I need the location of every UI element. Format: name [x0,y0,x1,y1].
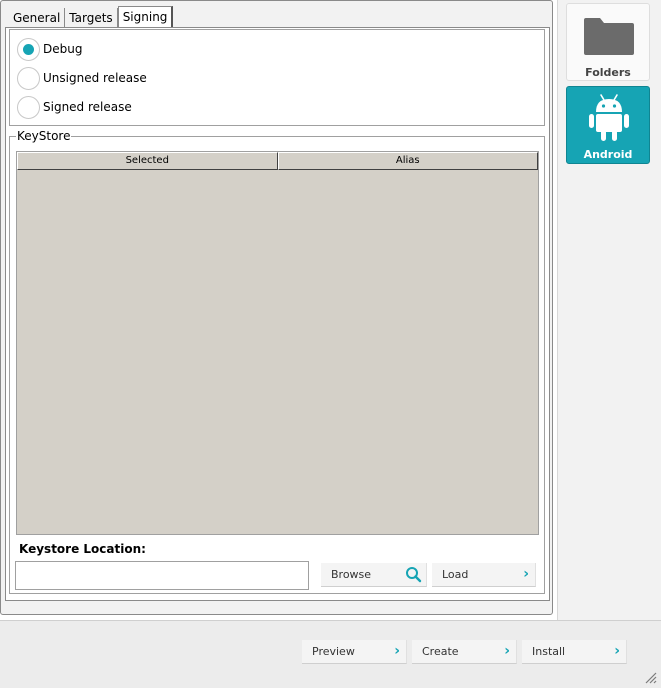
footer-bar: Preview › Create › Install › [0,620,661,688]
column-header-selected[interactable]: Selected [17,152,278,170]
tab-targets[interactable]: Targets [65,8,118,28]
radio-button[interactable] [17,95,40,119]
keystore-table[interactable]: Selected Alias [16,151,539,535]
tab-bar: General Targets Signing [9,6,174,28]
radio-label-unsigned-release: Unsigned release [43,71,147,85]
radio-signed-release[interactable]: Signed release [17,95,132,119]
radio-unsigned-release[interactable]: Unsigned release [17,66,147,90]
radio-debug[interactable]: Debug [17,37,82,61]
load-button[interactable]: Load › [432,563,536,587]
keystore-group: KeyStore Selected Alias Keystore Locatio… [9,129,545,594]
radio-label-signed-release: Signed release [43,100,132,114]
keystore-location-input[interactable] [15,561,309,590]
tab-signing[interactable]: Signing [117,6,174,27]
install-button-label: Install [532,645,566,658]
app-window: General Targets Signing Debug Unsigned r… [0,0,661,688]
install-button[interactable]: Install › [522,640,627,664]
chevron-right-icon: › [523,566,529,582]
chevron-right-icon: › [614,643,620,659]
browse-button-label: Browse [331,568,372,581]
table-header: Selected Alias [17,152,538,170]
radio-button[interactable] [17,66,40,90]
load-button-label: Load [442,568,469,581]
search-icon [406,567,422,583]
main-panel: General Targets Signing Debug Unsigned r… [0,0,553,615]
chevron-right-icon: › [504,643,510,659]
resize-grip-icon[interactable] [643,670,657,684]
build-type-group: Debug Unsigned release Signed release [9,29,545,126]
radio-label-debug: Debug [43,42,83,56]
folder-icon [584,18,634,55]
sidebar-item-android[interactable]: Android [566,86,650,164]
sidebar-item-folders[interactable]: Folders [566,3,650,81]
chevron-right-icon: › [394,643,400,659]
create-button[interactable]: Create › [412,640,517,664]
column-header-alias[interactable]: Alias [277,152,538,170]
create-button-label: Create [422,645,459,658]
signing-tab-content: Debug Unsigned release Signed release Ke… [5,27,550,601]
preview-button-label: Preview [312,645,355,658]
browse-button[interactable]: Browse [321,563,427,587]
sidebar-label-android: Android [583,148,633,161]
android-icon [589,94,629,141]
preview-button[interactable]: Preview › [302,640,407,664]
radio-button-checked[interactable] [17,37,40,61]
tab-general[interactable]: General [9,8,66,28]
sidebar: Folders Android [557,0,661,620]
keystore-legend: KeyStore [16,129,72,143]
sidebar-label-folders: Folders [585,66,631,79]
keystore-location-label: Keystore Location: [19,542,146,556]
